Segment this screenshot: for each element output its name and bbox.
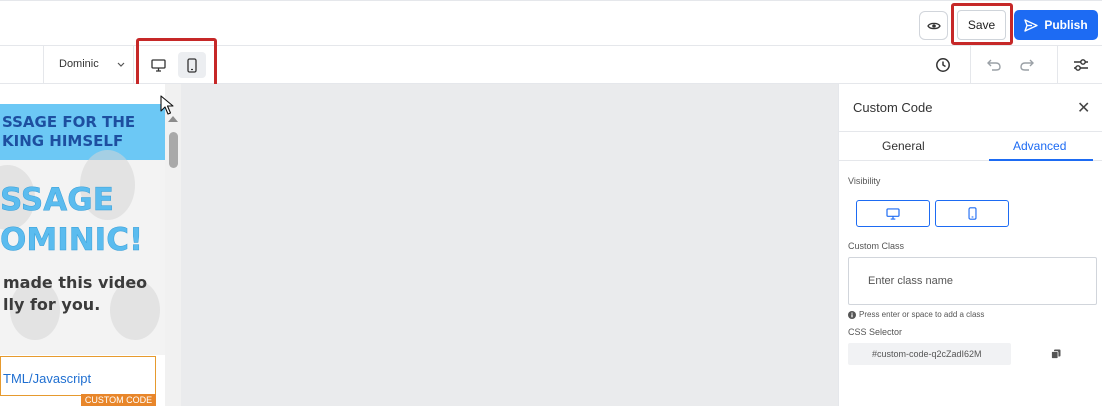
custom-code-text: TML/Javascript: [3, 371, 92, 386]
hero-subtitle-line-1: made this video: [3, 273, 148, 292]
tab-advanced[interactable]: Advanced: [1013, 139, 1066, 153]
desktop-view-button[interactable]: [144, 52, 172, 78]
visibility-desktop-toggle[interactable]: [856, 200, 930, 227]
chevron-down-icon: [117, 62, 125, 67]
tab-general[interactable]: General: [882, 139, 925, 153]
send-icon: [1024, 18, 1039, 32]
toolbar-divider: [1057, 46, 1058, 84]
desktop-icon: [886, 207, 900, 220]
top-bar: Save Publish: [0, 0, 1102, 46]
css-selector-label: CSS Selector: [848, 327, 903, 337]
page-selector-label: Dominic: [59, 58, 99, 70]
mouse-cursor-icon: [160, 95, 174, 115]
desktop-icon: [150, 58, 166, 72]
custom-class-label: Custom Class: [848, 241, 905, 251]
hero-heading-line-1: SSAGE: [0, 182, 114, 219]
hero-heading-line-2: OMINIC!: [0, 222, 144, 259]
publish-button[interactable]: Publish: [1014, 10, 1098, 40]
custom-code-panel: Custom Code ✕ General Advanced Visibilit…: [838, 84, 1102, 406]
panel-tabs: General Advanced: [839, 131, 1102, 161]
preview-banner: SSAGE FOR THE KING HIMSELF: [0, 104, 165, 160]
panel-title: Custom Code: [853, 100, 933, 115]
copy-icon[interactable]: [1051, 349, 1061, 359]
history-icon: [936, 58, 950, 72]
page-selector-dropdown[interactable]: Dominic: [59, 58, 125, 70]
mobile-view-button[interactable]: [178, 52, 206, 78]
info-icon: [848, 310, 856, 319]
preview-hero: SSAGE OMINIC! made this video lly for yo…: [0, 150, 165, 355]
visibility-label: Visibility: [848, 176, 881, 186]
settings-sliders-icon: [1074, 59, 1088, 71]
redo-button[interactable]: [1018, 56, 1036, 74]
preview-button[interactable]: [919, 11, 948, 40]
active-tab-indicator: [989, 159, 1093, 161]
settings-button[interactable]: [1072, 56, 1090, 74]
toolbar-divider: [133, 46, 134, 84]
visibility-mobile-toggle[interactable]: [935, 200, 1009, 227]
publish-label: Publish: [1044, 18, 1088, 32]
scroll-thumb[interactable]: [169, 132, 178, 168]
banner-line-2: KING HIMSELF: [2, 132, 124, 150]
toolbar-divider: [970, 46, 971, 84]
custom-code-tag: CUSTOM CODE: [81, 394, 156, 406]
hint-text: Press enter or space to add a class: [859, 310, 985, 319]
mobile-icon: [187, 57, 197, 73]
custom-code-element[interactable]: TML/Javascript: [0, 356, 156, 396]
toolbar-divider: [43, 46, 44, 84]
hero-subtitle-line-2: lly for you.: [3, 295, 101, 314]
mobile-preview-frame[interactable]: SSAGE FOR THE KING HIMSELF SSAGE OMINIC!…: [0, 84, 165, 406]
css-selector-value: #custom-code-q2cZadI62M: [848, 343, 1011, 365]
eye-icon: [926, 22, 941, 29]
editor-toolbar: Dominic: [0, 46, 1102, 84]
undo-button[interactable]: [985, 56, 1003, 74]
banner-line-1: SSAGE FOR THE: [2, 113, 136, 131]
close-icon[interactable]: ✕: [1077, 98, 1090, 118]
redo-icon: [1020, 59, 1034, 71]
custom-class-input[interactable]: Enter class name: [848, 257, 1097, 305]
custom-class-hint: Press enter or space to add a class: [848, 310, 984, 319]
history-button[interactable]: [934, 56, 952, 74]
undo-icon: [987, 59, 1001, 71]
save-button[interactable]: Save: [957, 10, 1006, 40]
mobile-icon: [967, 207, 977, 220]
